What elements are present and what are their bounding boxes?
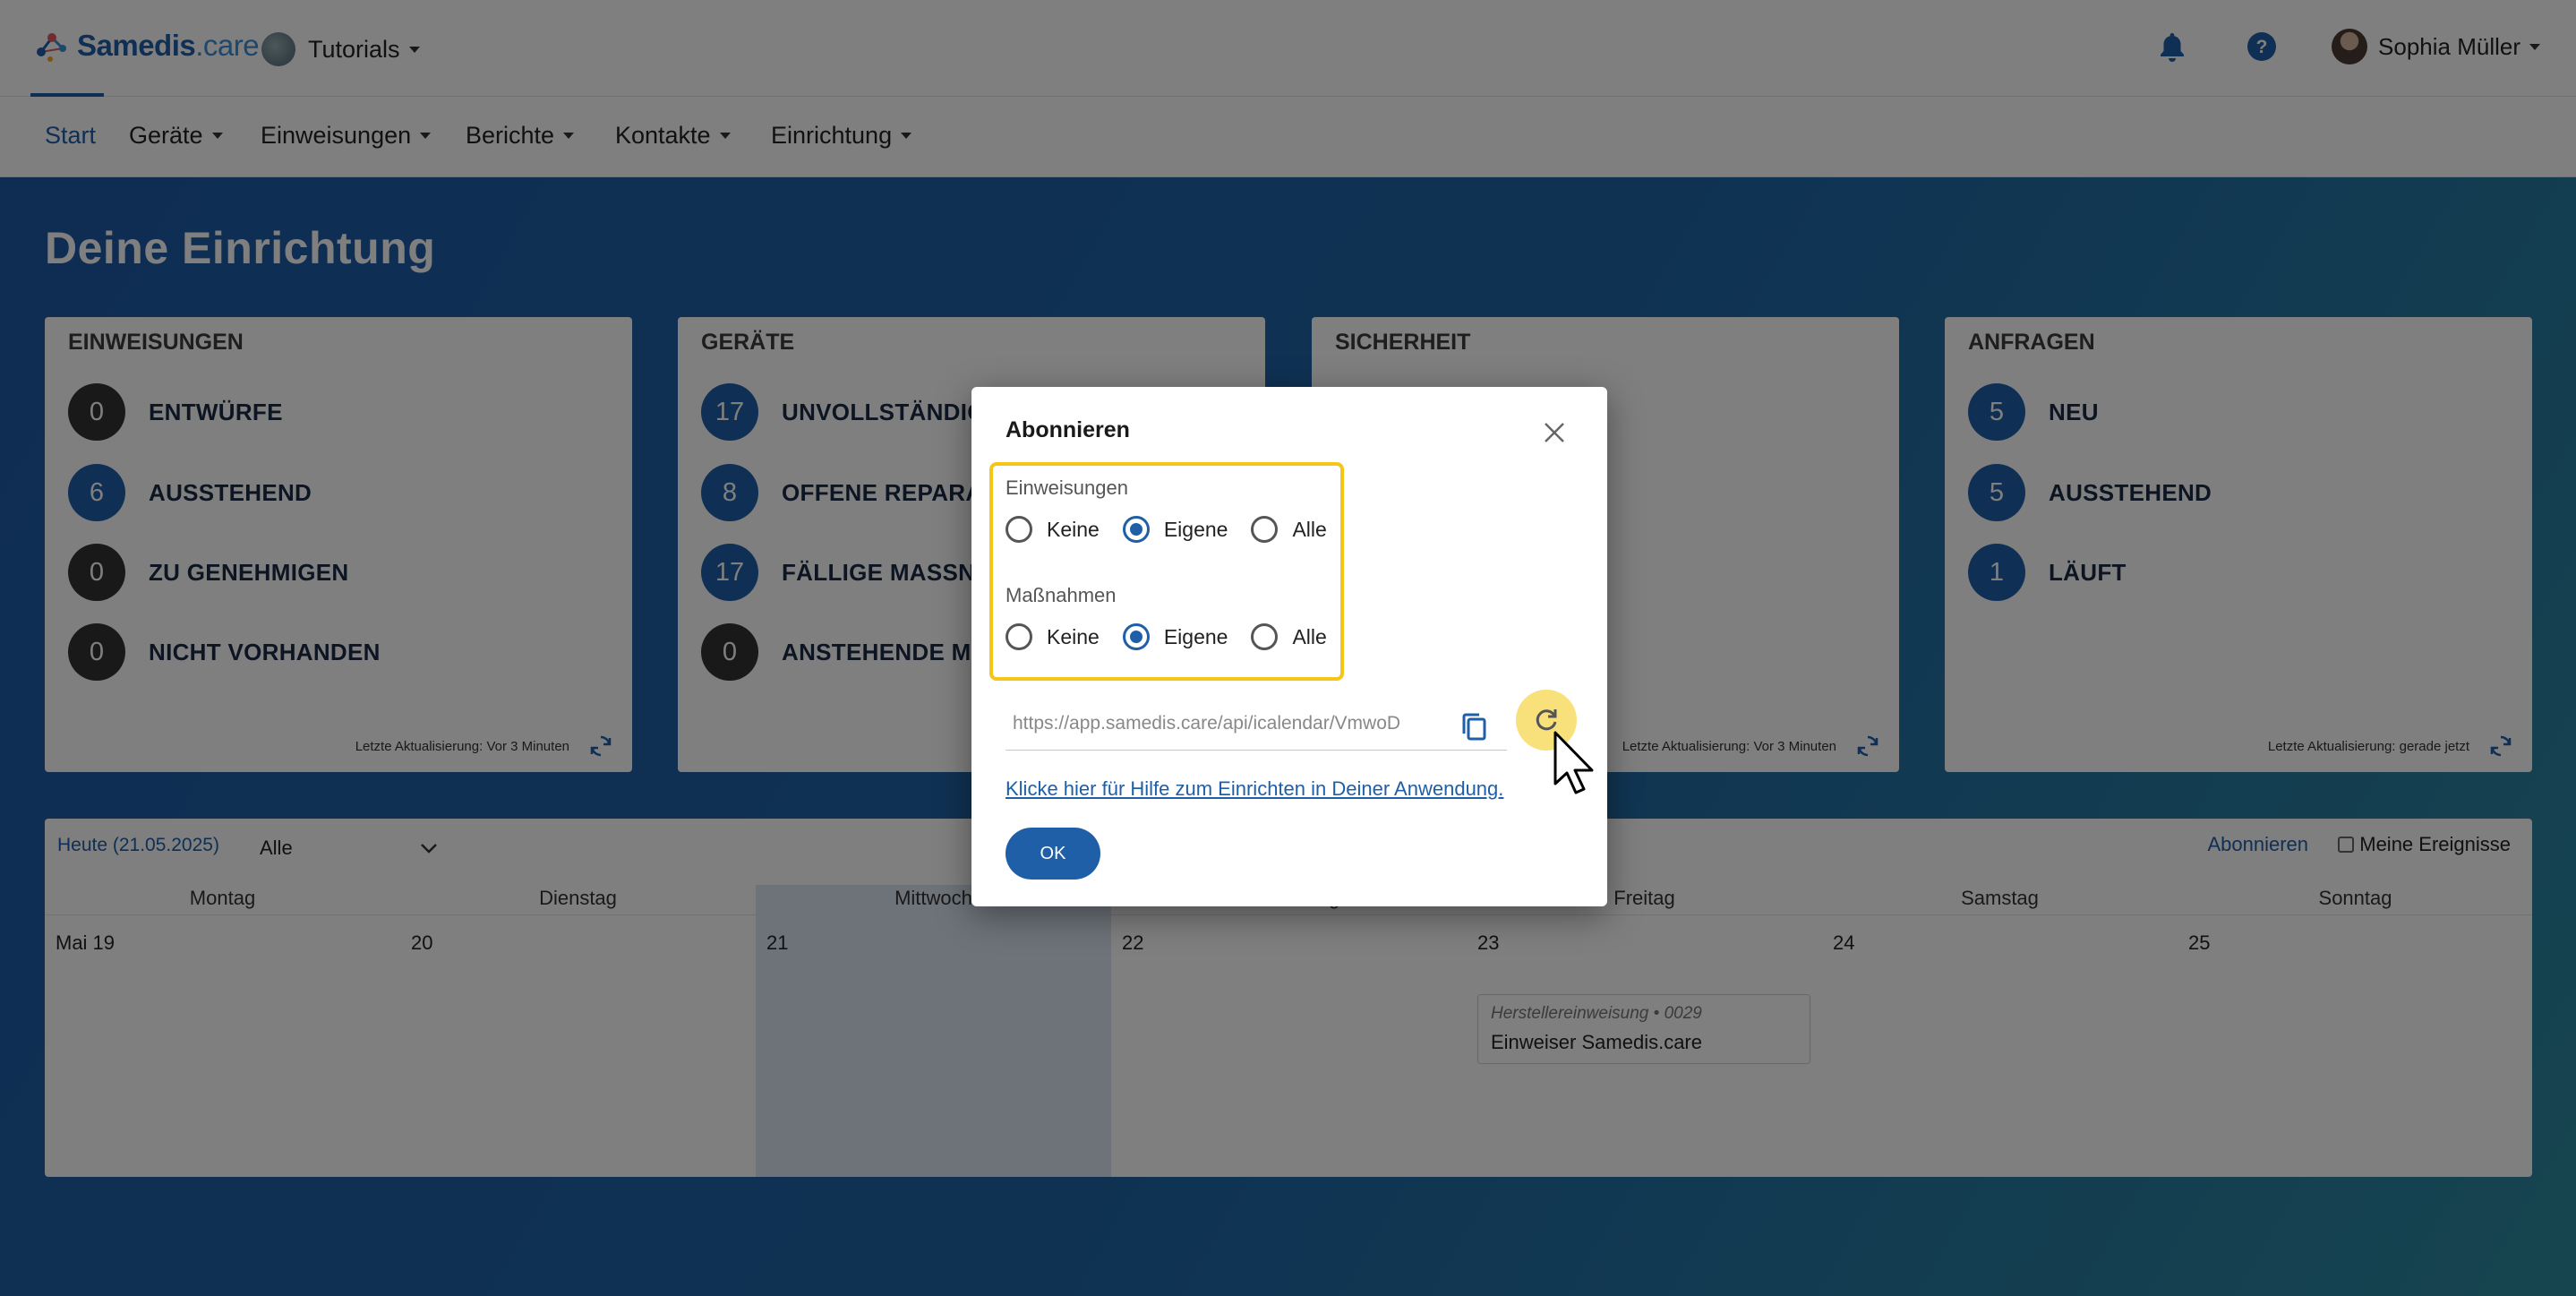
- radio-label: Eigene: [1163, 517, 1228, 541]
- group-label-massnahmen: Maßnahmen: [1006, 584, 1117, 606]
- group-label-einweisungen: Einweisungen: [1006, 476, 1128, 499]
- ical-url-value: https://app.samedis.care/api/icalendar/V…: [1013, 713, 1401, 734]
- radio-keine[interactable]: [1006, 623, 1032, 650]
- radio-group-massnahmen: Keine Eigene Alle: [1006, 623, 1350, 650]
- dialog-title: Abonnieren: [1006, 417, 1130, 442]
- radio-label: Keine: [1047, 624, 1100, 648]
- radio-label: Eigene: [1163, 624, 1228, 648]
- mouse-pointer-icon: [1553, 730, 1599, 798]
- radio-eigene[interactable]: [1122, 623, 1150, 650]
- close-icon[interactable]: [1541, 419, 1568, 446]
- ok-button[interactable]: OK: [1006, 828, 1100, 880]
- help-link[interactable]: Klicke hier für Hilfe zum Einrichten in …: [1006, 777, 1503, 801]
- radio-keine[interactable]: [1006, 516, 1032, 543]
- radio-alle[interactable]: [1251, 516, 1279, 543]
- radio-label: Alle: [1292, 517, 1327, 541]
- radio-label: Alle: [1292, 624, 1327, 648]
- subscribe-dialog: Abonnieren Einweisungen Keine Eigene All…: [971, 387, 1607, 906]
- radio-group-einweisungen: Keine Eigene Alle: [1006, 516, 1350, 543]
- radio-eigene[interactable]: [1122, 516, 1150, 543]
- ical-url-field[interactable]: https://app.samedis.care/api/icalendar/V…: [1006, 702, 1507, 751]
- copy-icon[interactable]: [1457, 709, 1493, 745]
- radio-label: Keine: [1047, 517, 1100, 541]
- radio-alle[interactable]: [1251, 623, 1279, 650]
